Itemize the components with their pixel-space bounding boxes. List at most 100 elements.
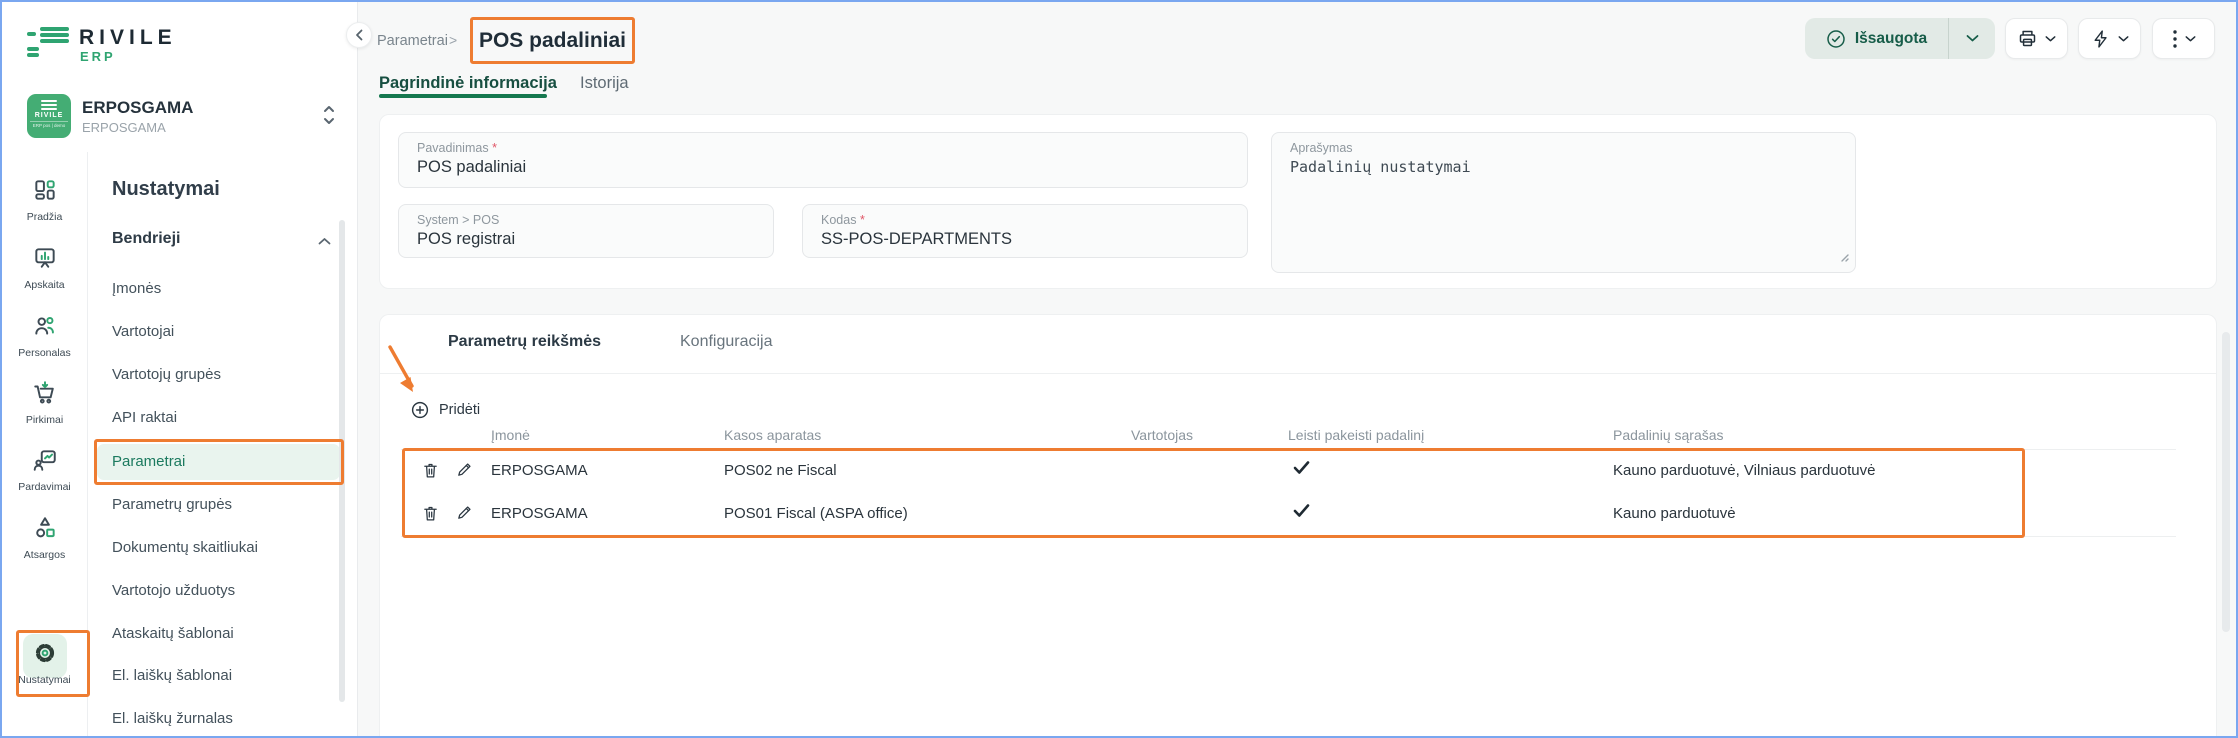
- avatar-text: RIVILE: [27, 112, 71, 119]
- rail-item-apskaita[interactable]: Apskaita: [2, 245, 87, 291]
- chevron-down-icon: [2045, 35, 2056, 43]
- breadcrumb[interactable]: Parametrai: [377, 33, 448, 49]
- sidebar-item-vartotoju-grupes[interactable]: Vartotojų grupės: [112, 366, 221, 383]
- sidebar-item-imones[interactable]: Įmonės: [112, 280, 161, 297]
- field-label: System > POS: [417, 213, 499, 227]
- delete-icon[interactable]: [422, 504, 439, 528]
- rail-item-personalas[interactable]: Personalas: [2, 313, 87, 359]
- table-divider: [401, 536, 2176, 537]
- main-scrollbar[interactable]: [2222, 332, 2230, 632]
- sidebar-item-parametru-grupes[interactable]: Parametrų grupės: [112, 496, 232, 513]
- table-row[interactable]: ERPOSGAMA POS02 ne Fiscal Kauno parduotu…: [380, 450, 2216, 493]
- printer-icon: [2017, 28, 2038, 49]
- tab-pagrindine-informacija[interactable]: Pagrindinė informacija: [379, 74, 557, 93]
- save-button-label: Išsaugota: [1855, 30, 1927, 48]
- plus-circle-icon: [411, 401, 429, 419]
- company-name: ERPOSGAMA: [82, 98, 193, 118]
- avatar-subtext: ERP pos | demo: [30, 121, 68, 128]
- company-subtitle: ERPOSGAMA: [82, 120, 166, 135]
- rail-item-pirkimai[interactable]: Pirkimai: [2, 380, 87, 426]
- inventory-shapes-icon: [32, 515, 58, 541]
- chevron-down-icon: [2118, 35, 2129, 43]
- rail-label: Personalas: [2, 347, 87, 359]
- cell-padaliniu-sarasas: Kauno parduotuvė: [1613, 505, 1736, 522]
- sidebar-item-vartotojai[interactable]: Vartotojai: [112, 323, 174, 340]
- updown-chevron-icon[interactable]: [322, 102, 336, 133]
- tab-konfiguracija[interactable]: Konfiguracija: [680, 333, 773, 351]
- aprasymas-textarea[interactable]: Aprašymas Padalinių nustatymai: [1271, 132, 1856, 273]
- rail-item-pardavimai[interactable]: Pardavimai: [2, 447, 87, 493]
- column-header-vartotojas: Vartotojas: [1131, 427, 1193, 443]
- actions-dropdown-button[interactable]: [2078, 18, 2141, 59]
- required-marker: *: [860, 213, 865, 227]
- cell-kasos-aparatas: POS02 ne Fiscal: [724, 462, 837, 479]
- required-marker: *: [492, 141, 497, 155]
- sidebar-item-el-laisku-zurnalas[interactable]: El. laiškų žurnalas: [112, 710, 233, 727]
- more-menu-button[interactable]: [2152, 18, 2215, 59]
- rail-item-nustatymai[interactable]: Nustatymai: [2, 640, 87, 686]
- company-selector[interactable]: RIVILE ERP pos | demo ERPOSGAMA ERPOSGAM…: [27, 94, 337, 140]
- add-button-label: Pridėti: [439, 402, 480, 418]
- kebab-menu-icon: [2172, 29, 2178, 49]
- parameters-panel-card: Parametrų reikšmės Konfiguracija Pridėti…: [379, 314, 2217, 738]
- field-value: SS-POS-DEPARTMENTS: [821, 230, 1229, 249]
- edit-icon[interactable]: [456, 504, 473, 526]
- save-dropdown-button[interactable]: [1949, 34, 1995, 43]
- sidebar-scrollbar[interactable]: [339, 220, 345, 702]
- column-header-padaliniu-sarasas: Padalinių sąrašas: [1613, 427, 1724, 443]
- sidebar-heading: Nustatymai: [112, 178, 220, 201]
- system-pos-field[interactable]: System > POS POS registrai: [398, 204, 774, 258]
- pavadinimas-field[interactable]: Pavadinimas * POS padaliniai: [398, 132, 1248, 188]
- rivile-logo-icon: [27, 27, 71, 59]
- annotation-arrow: [386, 344, 424, 402]
- resize-handle-icon[interactable]: [1839, 249, 1849, 267]
- rail-label: Atsargos: [2, 549, 87, 561]
- rail-label: Nustatymai: [2, 674, 87, 686]
- rail-label: Pardavimai: [2, 481, 87, 493]
- rail-label: Pirkimai: [2, 414, 87, 426]
- title-annotation-box: POS padaliniai: [470, 17, 635, 64]
- sidebar-item-api-raktai[interactable]: API raktai: [112, 409, 177, 426]
- check-icon: [1293, 460, 1310, 480]
- field-label: Pavadinimas: [417, 141, 489, 155]
- column-header-leisti-pakeisti: Leisti pakeisti padalinį: [1288, 427, 1424, 443]
- chevron-up-icon[interactable]: [318, 233, 331, 251]
- tab-parametru-reiksmes[interactable]: Parametrų reikšmės: [448, 333, 601, 351]
- chevron-down-icon: [2185, 35, 2196, 43]
- sidebar-item-el-laisku-sablonai[interactable]: El. laiškų šablonai: [112, 667, 232, 684]
- sidebar-item-parametrai[interactable]: Parametrai: [112, 453, 185, 470]
- field-value: Padalinių nustatymai: [1290, 158, 1837, 176]
- brand-name: RIVILE: [79, 26, 177, 50]
- rail-item-atsargos[interactable]: Atsargos: [2, 515, 87, 561]
- rail-label: Pradžia: [2, 211, 87, 223]
- edit-icon[interactable]: [456, 461, 473, 483]
- flash-icon: [2091, 29, 2111, 49]
- kodas-field[interactable]: Kodas * SS-POS-DEPARTMENTS: [802, 204, 1248, 258]
- sidebar-section-bendrieji[interactable]: Bendrieji: [112, 230, 180, 248]
- delete-icon[interactable]: [422, 461, 439, 485]
- table-row[interactable]: ERPOSGAMA POS01 Fiscal (ASPA office) Kau…: [380, 493, 2216, 536]
- sales-icon: [32, 447, 58, 473]
- gear-icon: [32, 640, 58, 666]
- sidebar-item-dokumentu-skaitliukai[interactable]: Dokumentų skaitliukai: [112, 539, 258, 556]
- sidebar-item-vartotojo-uzduotys[interactable]: Vartotojo užduotys: [112, 582, 235, 599]
- field-value: POS padaliniai: [417, 158, 1229, 177]
- breadcrumb-separator: >: [449, 32, 457, 48]
- print-dropdown-button[interactable]: [2005, 18, 2068, 59]
- company-avatar: RIVILE ERP pos | demo: [27, 94, 71, 138]
- dashboard-icon: [32, 177, 58, 203]
- field-label: Kodas: [821, 213, 856, 227]
- active-tab-underline: [379, 94, 547, 98]
- add-button[interactable]: Pridėti: [411, 401, 480, 419]
- form-card: Pavadinimas * POS padaliniai System > PO…: [379, 114, 2217, 289]
- collapse-sidebar-button[interactable]: [346, 22, 372, 48]
- rail-label: Apskaita: [2, 279, 87, 291]
- sidebar-item-ataskaitu-sablonai[interactable]: Ataskaitų šablonai: [112, 625, 234, 642]
- tab-istorija[interactable]: Istorija: [580, 74, 629, 93]
- avatar-bars-icon: [41, 100, 57, 110]
- app-window: RIVILE ERP RIVILE ERP pos | demo ERPOSGA…: [0, 0, 2238, 738]
- save-split-button[interactable]: Išsaugota: [1805, 18, 1995, 59]
- save-button[interactable]: Išsaugota: [1805, 29, 1948, 49]
- cart-icon: [32, 380, 58, 406]
- rail-item-pradzia[interactable]: Pradžia: [2, 177, 87, 223]
